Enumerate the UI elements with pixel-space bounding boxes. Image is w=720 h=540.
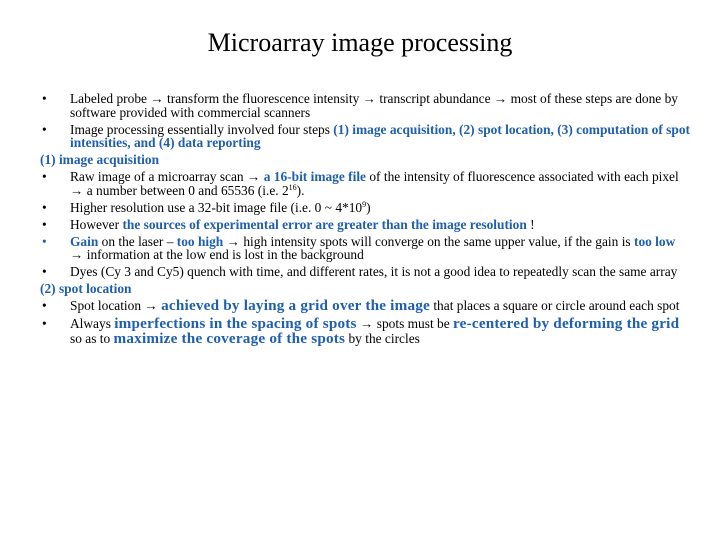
bullet-icon: • (42, 298, 47, 314)
slide-body: • Labeled probe → transform the fluoresce… (40, 92, 692, 350)
bullet-item: • Image processing essentially involved f… (42, 121, 692, 150)
arrow-icon: → (360, 316, 374, 332)
body-text: ). (296, 182, 305, 198)
bullet-icon: • (42, 199, 47, 215)
superscript: 16 (288, 182, 297, 192)
intro-list: • Labeled probe → transform the fluoresce… (42, 92, 692, 150)
bullet-icon: • (42, 91, 47, 106)
slide-title: Microarray image processing (207, 28, 513, 57)
body-text: spots must be (373, 316, 454, 332)
bullet-icon: • (42, 316, 47, 332)
sections: (1) image acquisition • Raw image of a mic… (40, 152, 692, 346)
body-text: of the intensity of fluorescence associa… (366, 169, 679, 185)
arrow-icon: → (493, 91, 508, 106)
body-text: ) (366, 199, 371, 215)
body-text: information at the low end is lost in th… (83, 247, 364, 263)
bullet-icon: • (42, 216, 47, 232)
arrow-icon: → (70, 247, 84, 263)
body-text: Dyes (Cy 3 and Cy5) quench with time, an… (70, 264, 678, 280)
body-text: Spot location (70, 298, 145, 314)
highlight-text: re-centered by deforming the grid (453, 315, 680, 333)
bullet-icon: • (42, 169, 47, 185)
body-text: a number between 0 and 65536 (i.e. 2 (83, 182, 289, 198)
body-text: Higher resolution use a 32-bit image fil… (70, 199, 363, 215)
arrow-icon: → (144, 298, 158, 314)
arrow-icon: → (70, 182, 84, 198)
body-text: that places a square or circle around ea… (429, 298, 680, 314)
bullet-icon: • (42, 121, 47, 137)
bullet-item: • Labeled probe → transform the fluoresce… (42, 92, 692, 119)
highlight-text: achieved by laying a grid over the image (161, 297, 430, 315)
bullet-item: • Always imperfections in the spacing of … (42, 316, 692, 346)
body-text: by the circles (345, 331, 420, 347)
body-text: ! (526, 216, 535, 232)
bullet-item: • Spot location → achieved by laying a gr… (42, 297, 692, 315)
bullet-icon: • (42, 264, 47, 280)
body-text: so as to (70, 331, 114, 347)
bullet-item: • Raw image of a microarray scan → a 16-b… (42, 170, 692, 197)
body-text: However (70, 216, 123, 232)
body-text: transcript abundance (376, 91, 494, 106)
bullet-item: • However the sources of experimental err… (42, 216, 692, 232)
highlight-text: too low (633, 233, 676, 249)
arrow-icon: → (362, 91, 377, 106)
bullet-icon: • (42, 233, 47, 249)
bullet-item: • Dyes (Cy 3 and Cy5) quench with time, a… (42, 265, 692, 279)
section-heading: (1) image acquisition (40, 152, 160, 168)
bullet-item: • Gain on the laser – too high → high int… (42, 233, 692, 263)
body-text: Always (70, 316, 115, 332)
section-heading: (2) spot location (40, 281, 132, 297)
highlight-text: maximize the coverage of the spots (113, 330, 346, 348)
bullet-item: • Higher resolution use a 32-bit image fi… (42, 199, 692, 215)
highlight-text: the sources of experimental error are gr… (122, 216, 527, 232)
